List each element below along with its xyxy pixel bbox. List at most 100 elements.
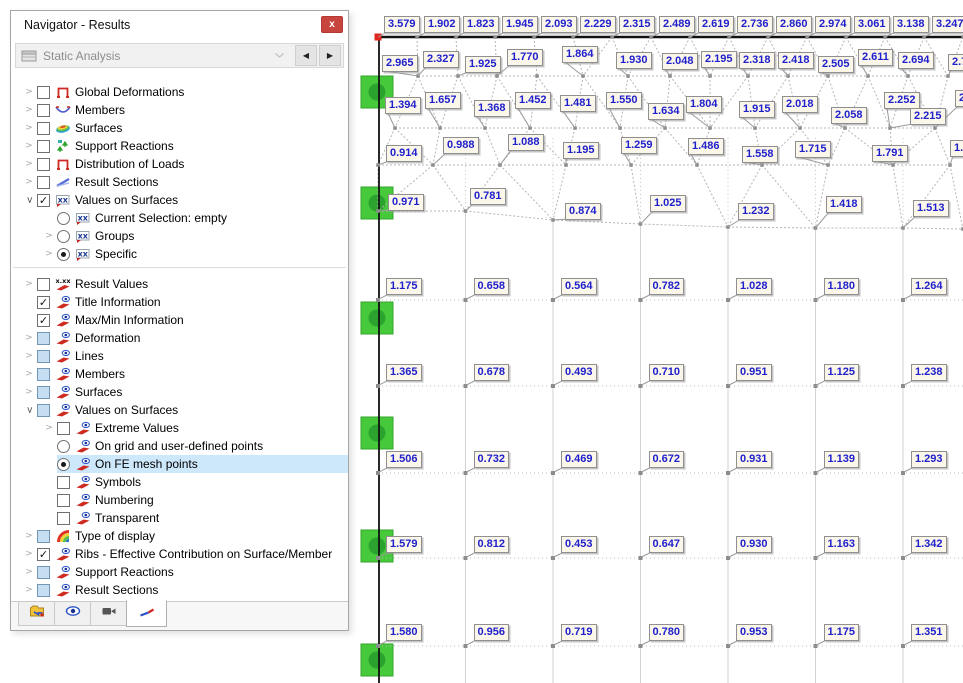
radio-on[interactable] bbox=[57, 458, 70, 471]
checkbox-filled[interactable] bbox=[37, 530, 50, 543]
chevron-collapsed-icon[interactable]: > bbox=[21, 279, 37, 289]
tree-item-global-deformations[interactable]: > Global Deformations bbox=[11, 83, 348, 101]
tree-item-core: Extreme Values bbox=[57, 419, 348, 437]
checkbox-unchecked[interactable] bbox=[57, 422, 70, 435]
checkbox-filled[interactable] bbox=[37, 584, 50, 597]
tree-item-distribution-of-loads[interactable]: >Distribution of Loads bbox=[11, 155, 348, 173]
flageye-icon bbox=[54, 402, 71, 418]
checkbox-unchecked[interactable] bbox=[57, 512, 70, 525]
chevron-collapsed-icon[interactable]: > bbox=[21, 159, 37, 169]
chevron-collapsed-icon[interactable]: > bbox=[21, 333, 37, 343]
chevron-collapsed-icon[interactable]: > bbox=[21, 585, 37, 595]
chevron-collapsed-icon[interactable]: > bbox=[21, 351, 37, 361]
radio-off[interactable] bbox=[57, 212, 70, 225]
tree-item-label: Global Deformations bbox=[75, 85, 184, 99]
tree-item-support-reactions[interactable]: >Support Reactions bbox=[11, 563, 348, 581]
tree-item-specific[interactable]: >xxSpecific bbox=[11, 245, 348, 263]
panel-titlebar[interactable]: Navigator - Results x bbox=[11, 11, 348, 38]
checkbox-unchecked[interactable] bbox=[57, 476, 70, 489]
checkbox-unchecked[interactable] bbox=[37, 122, 50, 135]
analysis-selector[interactable]: Static Analysis ◀ ▶ bbox=[15, 43, 344, 68]
prev-arrow-button[interactable]: ◀ bbox=[295, 45, 317, 66]
chevron-collapsed-icon[interactable]: > bbox=[21, 387, 37, 397]
mesh-value-label: 3.061 bbox=[854, 16, 890, 33]
xx-icon: xx bbox=[74, 228, 91, 244]
chevron-collapsed-icon[interactable]: > bbox=[21, 567, 37, 577]
checkbox-filled[interactable] bbox=[37, 386, 50, 399]
checkbox-unchecked[interactable] bbox=[57, 494, 70, 507]
mesh-value-label: 2.736 bbox=[737, 16, 773, 33]
chevron-collapsed-icon[interactable]: > bbox=[21, 87, 37, 97]
chevron-collapsed-icon[interactable]: > bbox=[21, 123, 37, 133]
tree-item-lines[interactable]: >Lines bbox=[11, 347, 348, 365]
checkbox-checked[interactable]: ✓ bbox=[37, 194, 50, 207]
chevron-collapsed-icon[interactable]: > bbox=[21, 105, 37, 115]
checkbox-unchecked[interactable] bbox=[37, 104, 50, 117]
tree-item-deformation[interactable]: >Deformation bbox=[11, 329, 348, 347]
mesh-value-label: 1.945 bbox=[502, 16, 538, 33]
radio-off[interactable] bbox=[57, 440, 70, 453]
checkbox-unchecked[interactable] bbox=[37, 176, 50, 189]
tab-display[interactable] bbox=[54, 602, 91, 626]
checkbox-unchecked[interactable] bbox=[37, 278, 50, 291]
chevron-collapsed-icon[interactable]: > bbox=[41, 231, 57, 241]
tree-item-members[interactable]: >Members bbox=[11, 101, 348, 119]
checkbox-filled[interactable] bbox=[37, 566, 50, 579]
tree-item-symbols[interactable]: Symbols bbox=[11, 473, 348, 491]
checkbox-filled[interactable] bbox=[37, 350, 50, 363]
chevron-collapsed-icon[interactable]: > bbox=[21, 177, 37, 187]
chevron-collapsed-icon[interactable]: > bbox=[21, 369, 37, 379]
tab-data[interactable] bbox=[18, 602, 55, 626]
tree-item-type-of-display[interactable]: >Type of display bbox=[11, 527, 348, 545]
mesh-value-label: 2.058 bbox=[831, 107, 867, 124]
checkbox-checked[interactable]: ✓ bbox=[37, 314, 50, 327]
tree-item-current-selection-empty[interactable]: xxCurrent Selection: empty bbox=[11, 209, 348, 227]
tree-item-values-on-surfaces[interactable]: >✓xxValues on Surfaces bbox=[11, 191, 348, 209]
checkbox-checked[interactable]: ✓ bbox=[37, 296, 50, 309]
checkbox-unchecked[interactable] bbox=[37, 158, 50, 171]
tab-results[interactable] bbox=[126, 600, 167, 627]
tree-item-values-on-surfaces[interactable]: >Values on Surfaces bbox=[11, 401, 348, 419]
tree-item-label: Result Sections bbox=[75, 175, 158, 189]
chevron-expanded-icon[interactable]: > bbox=[24, 192, 34, 208]
mesh-value-label: 2.093 bbox=[541, 16, 577, 33]
tree-item-result-values[interactable]: >x.xxResult Values bbox=[11, 275, 348, 293]
chevron-down-icon[interactable] bbox=[274, 52, 285, 59]
tree-item-label: Members bbox=[75, 367, 125, 381]
analysis-selector-label: Static Analysis bbox=[43, 49, 274, 63]
tree-item-result-sections[interactable]: >Result Sections bbox=[11, 581, 348, 599]
tree-item-numbering[interactable]: Numbering bbox=[11, 491, 348, 509]
chevron-collapsed-icon[interactable]: > bbox=[21, 549, 37, 559]
next-arrow-button[interactable]: ▶ bbox=[319, 45, 341, 66]
tree-item-extreme-values[interactable]: >Extreme Values bbox=[11, 419, 348, 437]
tree-item-ribs-effective-contribution-on-surface-member[interactable]: >✓Ribs - Effective Contribution on Surfa… bbox=[11, 545, 348, 563]
checkbox-filled[interactable] bbox=[37, 332, 50, 345]
tab-views[interactable] bbox=[90, 602, 127, 626]
radio-on[interactable] bbox=[57, 248, 70, 261]
chevron-collapsed-icon[interactable]: > bbox=[41, 423, 57, 433]
tree-item-on-grid-and-user-defined-points[interactable]: On grid and user-defined points bbox=[11, 437, 348, 455]
tree-item-transparent[interactable]: Transparent bbox=[11, 509, 348, 527]
checkbox-filled[interactable] bbox=[37, 404, 50, 417]
radio-off[interactable] bbox=[57, 230, 70, 243]
mesh-value-label: 0.453 bbox=[561, 536, 597, 553]
tree-item-max-min-information[interactable]: ✓Max/Min Information bbox=[11, 311, 348, 329]
tree-item-surfaces[interactable]: >Surfaces bbox=[11, 119, 348, 137]
tree-item-title-information[interactable]: ✓Title Information bbox=[11, 293, 348, 311]
tree-item-on-fe-mesh-points[interactable]: On FE mesh points bbox=[11, 455, 348, 473]
checkbox-unchecked[interactable] bbox=[37, 140, 50, 153]
chevron-expanded-icon[interactable]: > bbox=[24, 402, 34, 418]
tree-item-members[interactable]: > Members bbox=[11, 365, 348, 383]
chevron-collapsed-icon[interactable]: > bbox=[21, 531, 37, 541]
checkbox-checked[interactable]: ✓ bbox=[37, 548, 50, 561]
tree-item-groups[interactable]: >xxGroups bbox=[11, 227, 348, 245]
tree-item-surfaces[interactable]: >Surfaces bbox=[11, 383, 348, 401]
tree-item-label: Values on Surfaces bbox=[75, 193, 178, 207]
checkbox-unchecked[interactable] bbox=[37, 86, 50, 99]
close-icon[interactable]: x bbox=[321, 16, 343, 33]
chevron-collapsed-icon[interactable]: > bbox=[41, 249, 57, 259]
chevron-collapsed-icon[interactable]: > bbox=[21, 141, 37, 151]
checkbox-filled[interactable] bbox=[37, 368, 50, 381]
tree-item-result-sections[interactable]: > Result Sections bbox=[11, 173, 348, 191]
tree-item-support-reactions[interactable]: >Support Reactions bbox=[11, 137, 348, 155]
